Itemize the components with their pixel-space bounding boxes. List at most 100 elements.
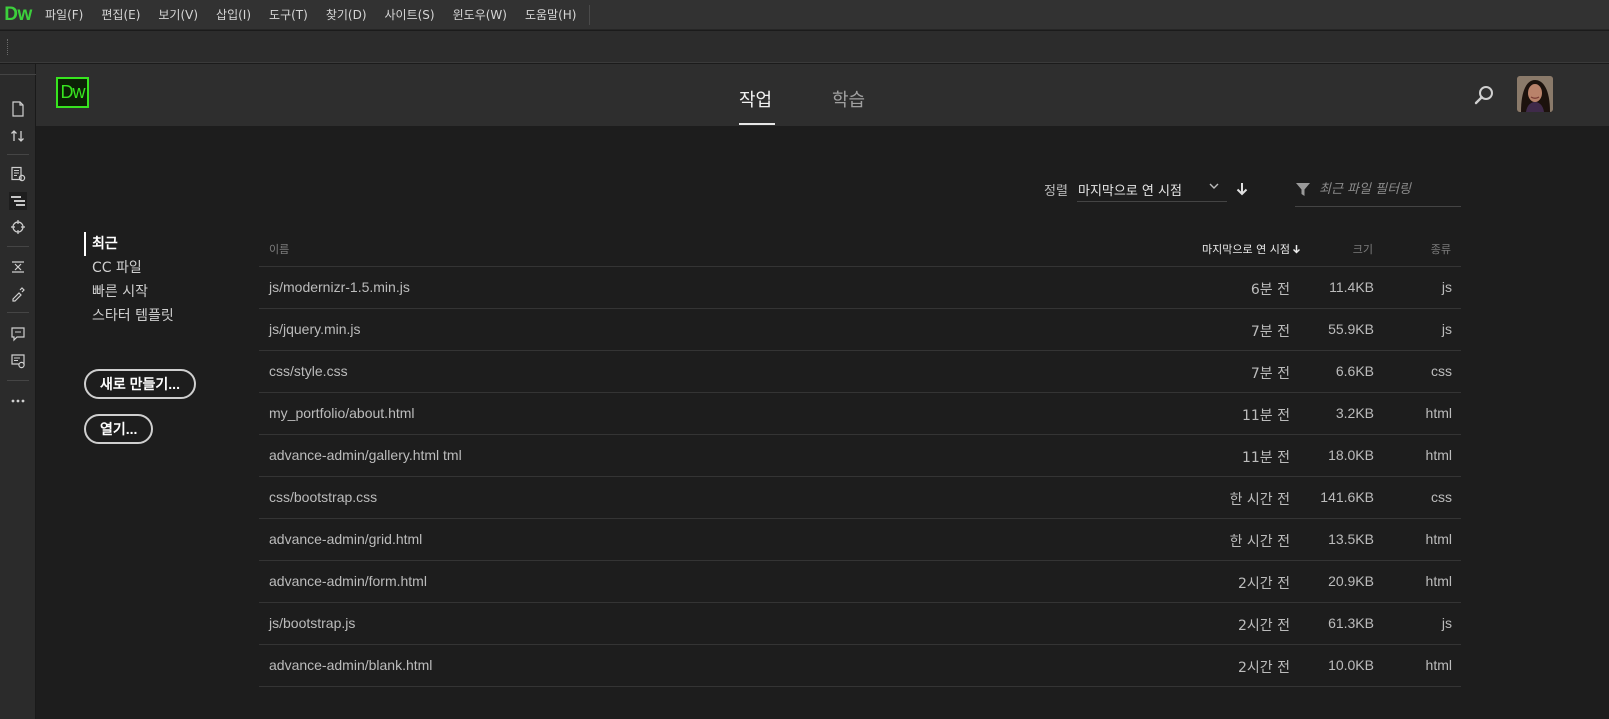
- filter-icon: [1295, 181, 1311, 197]
- file-size: 20.9KB: [1328, 573, 1374, 589]
- file-type: js: [1441, 321, 1452, 337]
- file-size: 10.0KB: [1328, 657, 1374, 673]
- file-opened-time: 7분 전: [1250, 324, 1290, 340]
- start-screen: Dw 작업 학습 최근 CC 파일 빠른 시작 스타터 템플릿 새로 만들기..…: [36, 64, 1609, 719]
- file-size: 18.0KB: [1328, 447, 1374, 463]
- menu-find[interactable]: 찾기(D): [317, 0, 376, 30]
- table-row[interactable]: js/jquery.min.js 7분 전 55.9KB js: [259, 309, 1461, 351]
- filter-input[interactable]: [1319, 178, 1459, 200]
- nav-item-cc-files[interactable]: CC 파일: [84, 256, 174, 280]
- more-icon[interactable]: [9, 392, 27, 410]
- sort-dropdown[interactable]: 마지막으로 연 시점: [1077, 174, 1227, 202]
- menu-tools[interactable]: 도구(T): [260, 0, 317, 30]
- column-header-type[interactable]: 종류: [1431, 241, 1451, 257]
- sort-label: 정렬: [1044, 184, 1068, 199]
- menu-divider: [589, 4, 591, 25]
- dw-logo: Dw: [56, 77, 89, 108]
- menu-view[interactable]: 보기(V): [149, 0, 207, 30]
- file-type: html: [1425, 531, 1452, 547]
- avatar[interactable]: [1517, 76, 1553, 112]
- file-name: css/style.css: [269, 363, 348, 379]
- file-name: my_portfolio/about.html: [269, 405, 415, 421]
- start-header: Dw 작업 학습: [36, 64, 1609, 126]
- file-type: js: [1441, 279, 1452, 295]
- chevron-down-icon: [1208, 180, 1220, 195]
- open-button[interactable]: 열기...: [84, 414, 154, 444]
- insert-icon[interactable]: [9, 218, 27, 236]
- rail-divider: [7, 380, 29, 381]
- file-name: advance-admin/form.html: [269, 573, 427, 589]
- tab-work[interactable]: 작업: [739, 86, 772, 112]
- dom-icon[interactable]: [9, 192, 27, 210]
- column-header-date-label: 마지막으로 연 시점: [1202, 243, 1290, 256]
- file-size: 6.6KB: [1335, 363, 1374, 379]
- file-type: css: [1431, 363, 1452, 379]
- toolbar-grip[interactable]: [7, 39, 9, 55]
- file-size: 3.2KB: [1335, 405, 1374, 421]
- rail-divider: [7, 154, 29, 155]
- menu-help[interactable]: 도움말(H): [516, 0, 586, 30]
- menu-site[interactable]: 사이트(S): [376, 0, 444, 30]
- search-icon[interactable]: [1473, 84, 1495, 106]
- new-button[interactable]: 새로 만들기...: [84, 369, 196, 399]
- file-opened-time: 한 시간 전: [1229, 492, 1290, 508]
- css-designer-icon[interactable]: [9, 258, 27, 276]
- nav-item-starter-templates[interactable]: 스타터 템플릿: [84, 304, 174, 328]
- table-row[interactable]: advance-admin/gallery.html tml 11분 전 18.0K…: [259, 435, 1461, 477]
- file-name: advance-admin/gallery.html tml: [269, 447, 462, 463]
- assets-icon[interactable]: [9, 285, 27, 303]
- file-name: advance-admin/blank.html: [269, 657, 433, 673]
- menu-insert[interactable]: 삽입(I): [207, 0, 260, 30]
- file-type: js: [1441, 615, 1452, 631]
- table-row[interactable]: advance-admin/grid.html 한 시간 전 13.5KB html: [259, 519, 1461, 561]
- comment-icon[interactable]: [9, 325, 27, 343]
- table-row[interactable]: js/modernizr-1.5.min.js 6분 전 11.4KB js: [259, 267, 1461, 309]
- file-type: html: [1425, 573, 1452, 589]
- column-header-date[interactable]: 마지막으로 연 시점: [1202, 241, 1301, 257]
- file-opened-time: 2시간 전: [1238, 618, 1290, 634]
- tab-learn[interactable]: 학습: [832, 86, 865, 112]
- new-file-icon[interactable]: [9, 100, 27, 118]
- table-row[interactable]: js/bootstrap.js 2시간 전 61.3KB js: [259, 603, 1461, 645]
- rail-gripper[interactable]: [0, 74, 36, 78]
- sort-direction-icon[interactable]: [1235, 181, 1249, 197]
- table-row[interactable]: css/style.css 7분 전 6.6KB css: [259, 351, 1461, 393]
- menu-bar: Dw 파일(F) 편집(E) 보기(V) 삽입(I) 도구(T) 찾기(D) 사…: [0, 0, 1609, 30]
- nav-item-recent[interactable]: 최근: [84, 232, 174, 256]
- file-type: html: [1425, 447, 1452, 463]
- file-name: css/bootstrap.css: [269, 489, 378, 505]
- properties-icon[interactable]: [9, 165, 27, 183]
- filter-field: [1295, 174, 1461, 207]
- table-row[interactable]: css/bootstrap.css 한 시간 전 141.6KB css: [259, 477, 1461, 519]
- table-row[interactable]: my_portfolio/about.html 11분 전 3.2KB html: [259, 393, 1461, 435]
- file-opened-time: 2시간 전: [1238, 576, 1290, 592]
- file-name: js/jquery.min.js: [269, 321, 361, 337]
- column-header-size[interactable]: 크기: [1353, 241, 1373, 257]
- file-name: advance-admin/grid.html: [269, 531, 423, 547]
- nav-item-quick-start[interactable]: 빠른 시작: [84, 280, 174, 304]
- table-header: 이름 마지막으로 연 시점 크기 종류: [259, 231, 1461, 267]
- active-tab-indicator: [739, 123, 775, 125]
- transfer-icon[interactable]: [9, 127, 27, 145]
- validate-icon[interactable]: [9, 352, 27, 370]
- tool-rail: [0, 64, 36, 719]
- sort-arrow-icon: [1292, 244, 1301, 254]
- menu-edit[interactable]: 편집(E): [92, 0, 149, 30]
- app-logo: Dw: [4, 3, 32, 25]
- menu-window[interactable]: 윈도우(W): [444, 0, 516, 30]
- rail-divider: [7, 246, 29, 247]
- rail-divider: [7, 312, 29, 313]
- column-header-name[interactable]: 이름: [269, 241, 289, 257]
- table-body: js/modernizr-1.5.min.js 6분 전 11.4KB js js/jq…: [259, 267, 1461, 687]
- file-size: 141.6KB: [1320, 489, 1374, 505]
- file-name: js/bootstrap.js: [269, 615, 356, 631]
- file-opened-time: 2시간 전: [1238, 660, 1290, 676]
- table-row[interactable]: advance-admin/blank.html 2시간 전 10.0KB html: [259, 645, 1461, 687]
- start-nav: 최근 CC 파일 빠른 시작 스타터 템플릿: [84, 232, 174, 328]
- table-row[interactable]: advance-admin/form.html 2시간 전 20.9KB html: [259, 561, 1461, 603]
- document-toolbar: [0, 31, 1609, 63]
- file-opened-time: 11분 전: [1241, 450, 1290, 466]
- menu-file[interactable]: 파일(F): [36, 0, 92, 30]
- file-size: 61.3KB: [1328, 615, 1374, 631]
- menu-items: 파일(F) 편집(E) 보기(V) 삽입(I) 도구(T) 찾기(D) 사이트(…: [36, 0, 591, 30]
